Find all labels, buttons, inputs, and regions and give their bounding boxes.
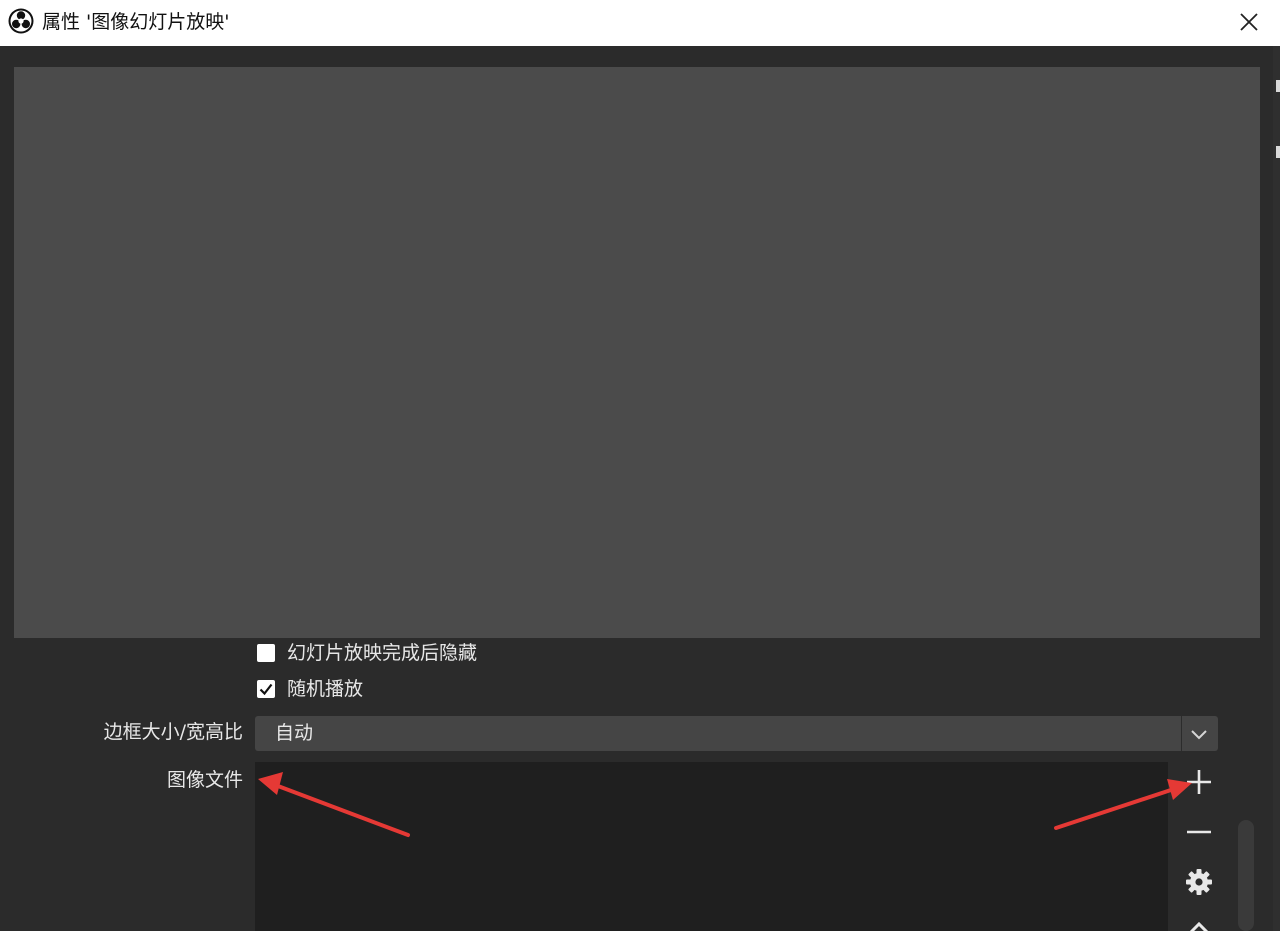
hide-when-done-checkbox[interactable] bbox=[257, 644, 275, 662]
edge-mark bbox=[1276, 146, 1280, 158]
random-playback-checkbox[interactable] bbox=[257, 680, 275, 698]
add-file-button[interactable] bbox=[1178, 762, 1220, 802]
obs-logo-icon bbox=[8, 8, 34, 34]
close-icon bbox=[1240, 13, 1258, 31]
hide-when-done-label: 幻灯片放映完成后隐藏 bbox=[287, 642, 478, 664]
close-button[interactable] bbox=[1228, 2, 1270, 42]
title-bar: 属性 '图像幻灯片放映' bbox=[0, 0, 1280, 46]
bounding-size-select[interactable]: 自动 bbox=[255, 716, 1218, 751]
remove-icon bbox=[1187, 830, 1211, 834]
random-playback-label: 随机播放 bbox=[287, 678, 364, 700]
background-window-edge bbox=[1273, 46, 1280, 931]
gear-icon bbox=[1186, 869, 1212, 895]
image-files-list[interactable] bbox=[255, 762, 1168, 931]
remove-file-button[interactable] bbox=[1178, 812, 1220, 852]
move-up-button[interactable] bbox=[1178, 912, 1220, 931]
hide-when-done-row: 幻灯片放映完成后隐藏 bbox=[0, 640, 1280, 664]
source-preview bbox=[14, 67, 1260, 638]
edge-mark bbox=[1276, 80, 1280, 92]
file-properties-button[interactable] bbox=[1178, 862, 1220, 902]
window-title: 属性 '图像幻灯片放映' bbox=[42, 11, 230, 33]
bounding-size-value: 自动 bbox=[275, 722, 314, 744]
checkmark-icon bbox=[259, 683, 273, 696]
panel-scrollbar[interactable] bbox=[1238, 820, 1254, 931]
bounding-size-label: 边框大小/宽高比 bbox=[103, 721, 243, 743]
add-icon bbox=[1187, 770, 1211, 794]
combo-divider bbox=[1181, 716, 1182, 751]
chevron-down-icon bbox=[1191, 730, 1207, 740]
image-files-label: 图像文件 bbox=[166, 769, 243, 791]
move-up-icon bbox=[1189, 921, 1209, 931]
